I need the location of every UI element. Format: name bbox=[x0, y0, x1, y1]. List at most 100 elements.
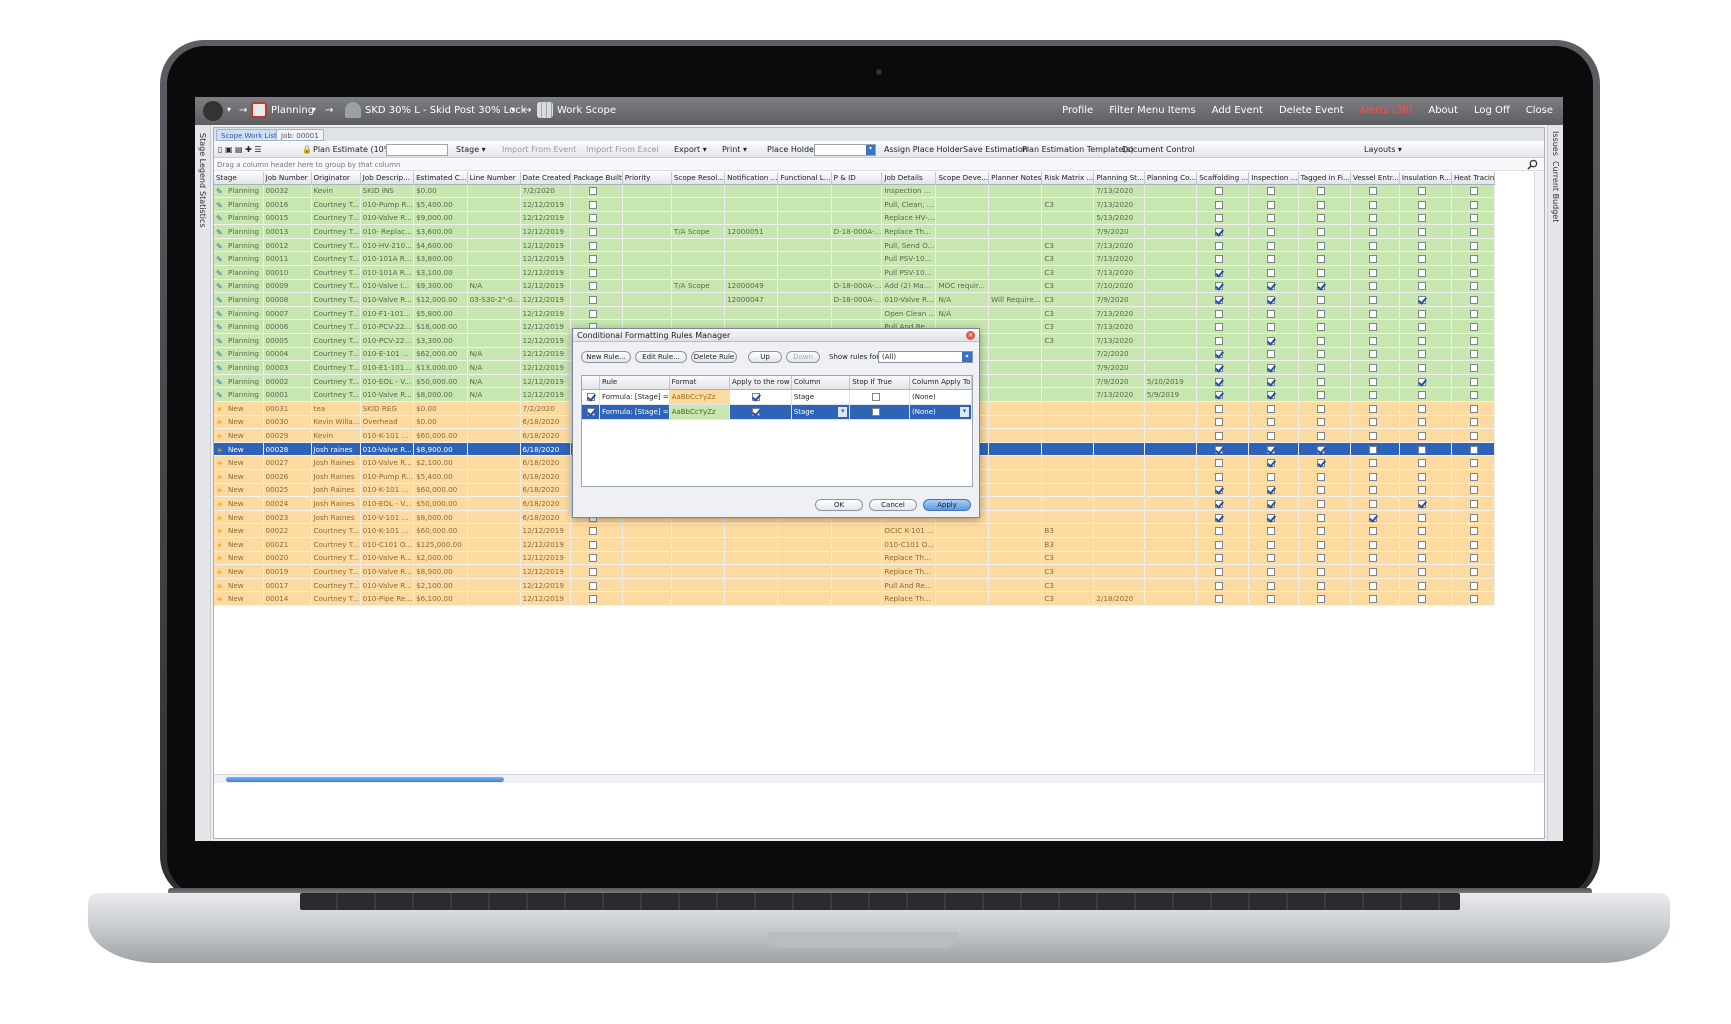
column-header[interactable]: Inspection ... bbox=[1248, 172, 1299, 185]
table-cell[interactable] bbox=[467, 591, 521, 606]
table-cell[interactable]: Courtney T... bbox=[311, 564, 361, 579]
checkbox[interactable] bbox=[587, 392, 595, 401]
checkbox[interactable] bbox=[1267, 255, 1276, 264]
checkbox[interactable] bbox=[1316, 282, 1325, 291]
checkbox[interactable] bbox=[1469, 228, 1478, 237]
column-header[interactable]: Planning St... bbox=[1093, 172, 1145, 185]
rule-formula[interactable]: Formula: [Stage] = bbox=[599, 404, 670, 420]
priority-cell[interactable] bbox=[622, 265, 672, 280]
column-header[interactable]: Job Descrip... bbox=[360, 172, 415, 185]
checkbox-cell[interactable] bbox=[1298, 428, 1351, 443]
table-cell[interactable]: 7/9/2020 bbox=[1093, 374, 1145, 389]
checkbox-cell[interactable] bbox=[1451, 455, 1496, 470]
column-header[interactable]: Scope Resol... bbox=[671, 172, 726, 185]
checkbox[interactable] bbox=[1316, 200, 1325, 209]
table-cell[interactable] bbox=[988, 428, 1043, 443]
table-row[interactable]: ✎ Planning 00015 Courtney T... 010-Valve R..… bbox=[214, 211, 1496, 226]
checkbox-cell[interactable] bbox=[1350, 279, 1400, 294]
table-cell[interactable] bbox=[831, 306, 883, 321]
checkbox-cell[interactable] bbox=[1196, 591, 1250, 606]
functional-location-cell[interactable] bbox=[777, 306, 832, 321]
checkbox[interactable] bbox=[1368, 499, 1377, 508]
table-cell[interactable] bbox=[1144, 428, 1198, 443]
table-cell[interactable] bbox=[935, 211, 990, 226]
checkbox-cell[interactable] bbox=[1350, 591, 1400, 606]
checkbox-cell[interactable] bbox=[1298, 211, 1351, 226]
table-cell[interactable] bbox=[988, 415, 1043, 430]
table-cell[interactable]: 00011 bbox=[263, 251, 312, 267]
table-cell[interactable] bbox=[935, 251, 990, 267]
stage-cell[interactable]: ☀ New bbox=[214, 469, 264, 484]
functional-location-cell[interactable] bbox=[777, 238, 832, 253]
table-cell[interactable]: 12/12/2019 bbox=[520, 564, 572, 579]
checkbox[interactable] bbox=[1368, 472, 1377, 481]
table-cell[interactable]: Pull, Send O... bbox=[881, 238, 937, 253]
functional-location-cell[interactable] bbox=[777, 279, 832, 294]
ok-button[interactable]: OK bbox=[815, 499, 863, 511]
table-cell[interactable]: 00001 bbox=[263, 387, 312, 402]
table-cell[interactable]: 010-Valve I... bbox=[360, 279, 415, 294]
rule-checkbox-cell[interactable] bbox=[729, 404, 792, 420]
table-row[interactable]: ☀ New 00014 Courtney T... 010-Pipe Re... $6,1… bbox=[214, 591, 1496, 606]
table-cell[interactable]: 7/2/2020 bbox=[1093, 347, 1145, 362]
checkbox[interactable] bbox=[1368, 255, 1377, 264]
table-cell[interactable]: 010-K-101 ... bbox=[360, 523, 415, 538]
table-cell[interactable] bbox=[724, 251, 779, 267]
checkbox[interactable] bbox=[589, 581, 598, 590]
table-cell[interactable]: 7/2/2020 bbox=[520, 401, 572, 416]
checkbox[interactable] bbox=[1316, 296, 1325, 305]
table-cell[interactable] bbox=[1041, 415, 1095, 430]
checkbox[interactable] bbox=[1215, 595, 1224, 604]
table-cell[interactable] bbox=[1041, 360, 1095, 375]
checkbox-cell[interactable] bbox=[1248, 374, 1299, 389]
checkbox-cell[interactable] bbox=[1196, 442, 1250, 457]
chevron-down-icon[interactable]: ▾ bbox=[960, 406, 969, 417]
checkbox[interactable] bbox=[1267, 513, 1276, 522]
checkbox-cell[interactable] bbox=[1399, 319, 1452, 335]
table-cell[interactable]: 010-K-101 ... bbox=[360, 483, 415, 498]
alerts-link[interactable]: Alerts (38) bbox=[1360, 105, 1413, 116]
table-cell[interactable]: $0.00 bbox=[413, 184, 468, 199]
checkbox[interactable] bbox=[1267, 445, 1276, 454]
table-cell[interactable]: Courtney T... bbox=[311, 523, 361, 538]
table-cell[interactable] bbox=[1041, 387, 1095, 402]
checkbox[interactable] bbox=[589, 527, 598, 536]
package-built-cell[interactable] bbox=[570, 224, 623, 239]
checkbox[interactable] bbox=[1417, 431, 1426, 440]
table-cell[interactable]: 6/18/2020 bbox=[520, 510, 572, 525]
table-cell[interactable]: Courtney T... bbox=[311, 551, 361, 566]
table-cell[interactable] bbox=[988, 360, 1043, 375]
table-cell[interactable]: 5/13/2020 bbox=[1093, 211, 1145, 226]
checkbox[interactable] bbox=[1316, 350, 1325, 359]
checkbox[interactable] bbox=[1316, 309, 1325, 318]
checkbox[interactable] bbox=[589, 228, 598, 237]
table-cell[interactable]: N/A bbox=[467, 360, 521, 375]
checkbox[interactable] bbox=[1469, 472, 1478, 481]
table-cell[interactable] bbox=[671, 292, 726, 307]
apply-button[interactable]: Apply bbox=[923, 499, 971, 511]
checkbox-cell[interactable] bbox=[1350, 564, 1400, 579]
checkbox[interactable] bbox=[1316, 499, 1325, 508]
checkbox[interactable] bbox=[1316, 486, 1325, 495]
checkbox[interactable] bbox=[589, 296, 598, 305]
checkbox[interactable] bbox=[1368, 296, 1377, 305]
show-rules-select[interactable]: (All) ▾ bbox=[878, 351, 973, 363]
table-cell[interactable]: 00032 bbox=[263, 184, 312, 199]
table-cell[interactable]: 7/13/2020 bbox=[1093, 251, 1145, 267]
checkbox-cell[interactable] bbox=[1298, 537, 1351, 552]
table-cell[interactable] bbox=[1041, 483, 1095, 498]
stage-cell[interactable]: ☀ New bbox=[214, 415, 264, 430]
table-cell[interactable]: $8,900.00 bbox=[413, 442, 468, 457]
table-cell[interactable]: 00025 bbox=[263, 483, 312, 498]
checkbox-cell[interactable] bbox=[1350, 224, 1400, 239]
table-cell[interactable]: N/A bbox=[467, 387, 521, 402]
checkbox-cell[interactable] bbox=[1248, 510, 1299, 525]
table-cell[interactable] bbox=[988, 251, 1043, 267]
table-cell[interactable]: N/A bbox=[467, 374, 521, 389]
table-cell[interactable]: 12/12/2019 bbox=[520, 224, 572, 239]
table-cell[interactable] bbox=[988, 319, 1043, 335]
checkbox[interactable] bbox=[1417, 282, 1426, 291]
column-header[interactable]: Vessel Entr... bbox=[1350, 172, 1400, 185]
table-cell[interactable] bbox=[831, 184, 883, 199]
checkbox-cell[interactable] bbox=[1350, 415, 1400, 430]
